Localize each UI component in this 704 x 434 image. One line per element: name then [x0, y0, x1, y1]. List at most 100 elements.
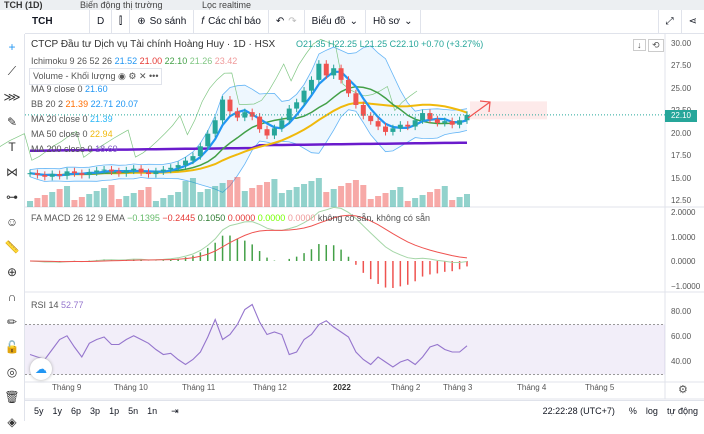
eye-icon: ◉	[117, 71, 126, 81]
candle-body	[405, 124, 411, 127]
candle-body	[197, 146, 203, 157]
candle-body	[146, 172, 152, 175]
volume-bar	[308, 181, 315, 207]
candle-body	[94, 170, 100, 173]
candle-body	[316, 63, 322, 80]
rsi-legend[interactable]: RSI 14 52.77	[31, 300, 84, 310]
ma9-legend[interactable]: MA 9 close 0 21.60	[31, 84, 108, 94]
volume-bar	[389, 190, 396, 207]
candle-body	[27, 173, 33, 175]
chart-title: CTCP Đầu tư Dịch vụ Tài chính Hoàng Huy …	[31, 39, 484, 50]
volume-bar	[86, 194, 93, 207]
volume-bar	[315, 178, 322, 207]
volume-bar	[264, 182, 271, 207]
volume-legend[interactable]: Volume - Khối lượng ◉ ⚙ ✕ •••	[29, 68, 163, 85]
ma20-legend[interactable]: MA 20 close 0 21.39	[31, 114, 113, 124]
candle-body	[434, 119, 440, 123]
log-toggle[interactable]: log	[646, 406, 658, 416]
volume-bar	[412, 198, 419, 207]
candle-body	[108, 169, 114, 172]
volume-bar	[338, 186, 345, 207]
rsi-axis[interactable]: 80.00 60.00 40.00	[665, 295, 704, 380]
volume-bar	[345, 183, 352, 207]
goto-date-icon[interactable]: ⇥	[171, 406, 179, 417]
volume-bar	[175, 192, 182, 207]
macd-legend[interactable]: FA MACD 26 12 9 EMA −0.1395 −0.2445 0.10…	[31, 213, 430, 223]
candle-body	[153, 171, 159, 175]
percent-toggle[interactable]: %	[629, 406, 637, 416]
macd-axis[interactable]: 2.0000 1.0000 0.0000 −1.0000	[665, 207, 704, 292]
volume-bar	[286, 190, 293, 207]
candle-body	[345, 79, 351, 94]
candle-body	[227, 99, 233, 112]
candle-body	[301, 90, 307, 103]
candle-body	[257, 116, 263, 130]
volume-bar	[419, 195, 426, 207]
bottom-bar: 5y 1y 6p 3p 1p 5n 1n ⇥ 22:22:28 (UTC+7) …	[25, 400, 704, 421]
volume-bar	[293, 187, 300, 207]
volume-bar	[464, 194, 470, 207]
candle-body	[175, 165, 181, 168]
volume-bar	[219, 183, 226, 207]
range-1n[interactable]: 1n	[147, 406, 157, 416]
volume-bar	[160, 198, 167, 207]
volume-bar	[404, 201, 411, 207]
range-1y[interactable]: 1y	[53, 406, 63, 416]
volume-bar	[441, 186, 448, 207]
range-1p[interactable]: 1p	[109, 406, 119, 416]
ma200-legend[interactable]: MA 200 close 0 18.69	[31, 144, 118, 154]
volume-bar	[434, 189, 441, 207]
candle-body	[212, 120, 218, 134]
candle-body	[390, 128, 396, 132]
scroll-down-icon[interactable]: ↓	[633, 39, 646, 51]
volume-bar	[71, 200, 78, 207]
candle-body	[86, 172, 92, 175]
volume-bar	[197, 192, 204, 207]
volume-bar	[204, 189, 211, 207]
volume-bar	[115, 199, 122, 207]
volume-bar	[138, 190, 145, 207]
volume-bar	[226, 180, 233, 207]
volume-bar	[78, 197, 85, 207]
volume-bar	[49, 192, 56, 207]
volume-bar	[234, 177, 241, 207]
volume-bar	[64, 186, 71, 207]
close-icon: ✕	[138, 71, 147, 81]
candle-body	[190, 156, 196, 161]
more-icon: •••	[149, 71, 159, 81]
candle-body	[331, 68, 337, 76]
volume-bar	[278, 193, 285, 207]
candle-body	[279, 120, 285, 129]
bb-legend[interactable]: BB 20 2 21.39 22.71 20.07	[31, 99, 138, 109]
range-5n[interactable]: 5n	[128, 406, 138, 416]
reset-icon[interactable]: ⟲	[648, 39, 664, 52]
candle-body	[412, 120, 418, 127]
candle-body	[397, 124, 403, 129]
candle-body	[71, 171, 77, 174]
volume-bar	[382, 193, 389, 207]
candle-body	[308, 79, 314, 91]
volume-bar	[367, 199, 374, 207]
settings-icon[interactable]: ⚙	[678, 383, 688, 396]
volume-bar	[182, 181, 189, 207]
time-axis[interactable]: Tháng 9 Tháng 10 Tháng 11 Tháng 12 2022 Tháng…	[25, 383, 665, 398]
volume-bar	[456, 197, 463, 207]
ma50-legend[interactable]: MA 50 close 0 22.94	[31, 129, 113, 139]
candle-body	[360, 104, 366, 116]
cloud-icon[interactable]: ☁	[30, 358, 52, 380]
auto-toggle[interactable]: tự động	[667, 406, 698, 416]
ichimoku-legend[interactable]: Ichimoku 9 26 52 26 21.52 21.00 22.10 21…	[31, 56, 237, 66]
volume-bar	[212, 186, 219, 207]
volume-bar	[189, 178, 196, 207]
range-3p[interactable]: 3p	[90, 406, 100, 416]
candle-body	[375, 121, 381, 127]
candle-body	[116, 171, 122, 174]
candle-body	[168, 167, 174, 170]
range-6p[interactable]: 6p	[71, 406, 81, 416]
volume-bar	[271, 179, 278, 207]
candle-body	[271, 128, 277, 136]
candle-body	[449, 121, 455, 125]
range-5y[interactable]: 5y	[34, 406, 44, 416]
candle-body	[457, 120, 463, 125]
volume-bar	[375, 196, 382, 207]
